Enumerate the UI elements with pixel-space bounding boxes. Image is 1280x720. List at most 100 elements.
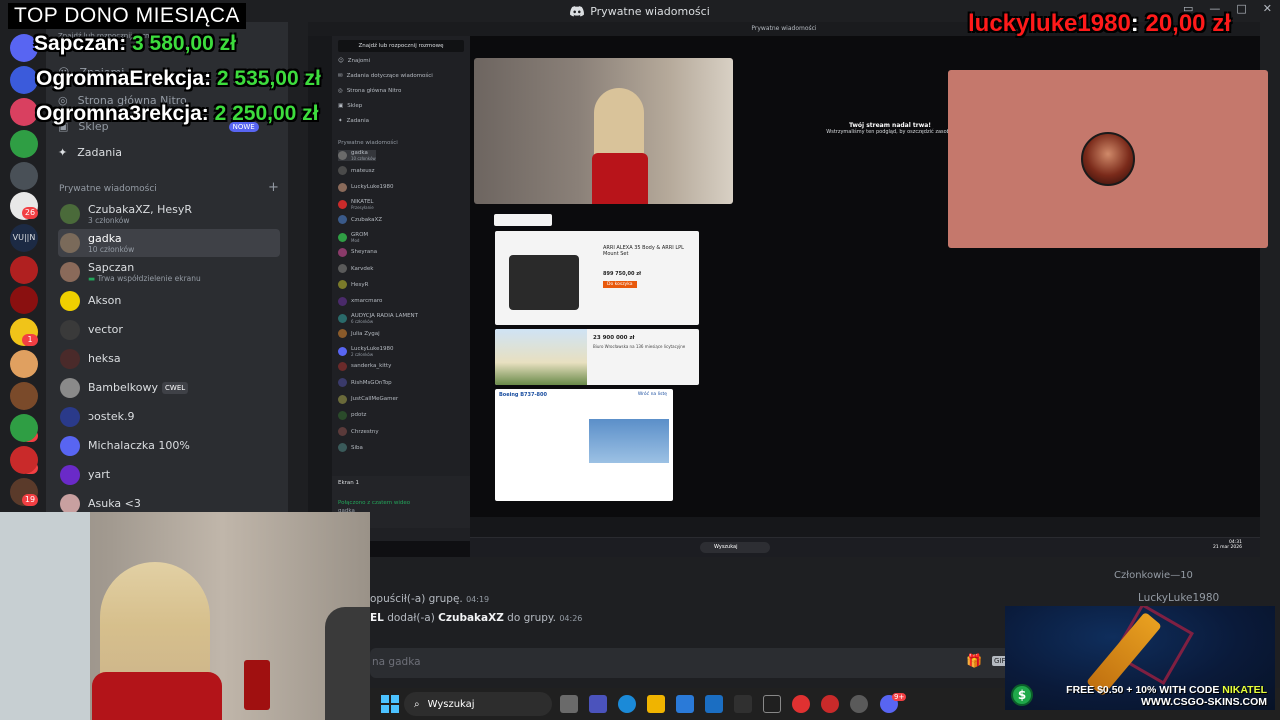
dm-item[interactable]: vector xyxy=(58,316,280,344)
server-icon[interactable] xyxy=(10,286,38,314)
server-icon-vujn[interactable]: VU||N xyxy=(10,224,38,252)
app-icon[interactable] xyxy=(734,695,752,713)
server-icon[interactable] xyxy=(10,256,38,284)
inner-voice-label: Ekran 1 xyxy=(338,480,360,486)
avatar xyxy=(60,494,80,514)
server-icon[interactable] xyxy=(10,98,38,126)
close-button[interactable]: ✕ xyxy=(1263,2,1272,15)
maximize-button[interactable]: □ xyxy=(1236,2,1246,15)
discord-badge: 9+ xyxy=(892,693,907,701)
avatar xyxy=(60,407,80,427)
inner-dm-sub: 10 członków xyxy=(351,156,376,161)
inner-dm-item: NIKATEL Przesyłanie xyxy=(338,199,374,210)
server-icon[interactable] xyxy=(10,162,38,190)
nav-nitro[interactable]: ◎ Strona główna Nitro xyxy=(58,94,187,107)
inner-dm-name: HesyR xyxy=(351,281,369,288)
inner-dm-header: Prywatne wiadomości xyxy=(338,140,398,146)
windows-start-icon[interactable] xyxy=(381,695,399,713)
opera-icon[interactable] xyxy=(821,695,839,713)
dm-item[interactable]: Bambelkowy CWEL xyxy=(58,374,280,402)
inner-dm-sub: Mod xyxy=(351,237,360,243)
gift-icon[interactable]: 🎁 xyxy=(966,654,982,669)
inner-dm-item: HesyR xyxy=(338,280,369,290)
edge-icon[interactable] xyxy=(618,695,636,713)
inner-dm-item: RishMsGOnTop xyxy=(338,378,392,388)
nav-quests[interactable]: ✦ Zadania xyxy=(58,146,122,159)
message-input[interactable]: na gadka 🎁 GIF xyxy=(370,648,1010,678)
inner-dm-sidebar: Znajdź lub rozpocznij rozmowę ☺ Znajomi ✉… xyxy=(332,36,470,541)
avatar xyxy=(60,262,80,282)
chair xyxy=(325,607,370,720)
app-icon[interactable] xyxy=(850,695,868,713)
inner-dm-item: Chrzestny xyxy=(338,427,379,437)
avatar xyxy=(60,349,80,369)
nav-shop[interactable]: ▣ Sklep NOWE xyxy=(58,120,259,133)
server-icon[interactable] xyxy=(10,446,38,474)
inner-dm-name: NIKATEL xyxy=(351,198,374,205)
server-icon[interactable] xyxy=(10,130,38,158)
server-icon[interactable] xyxy=(10,66,38,94)
members-header: Członkowie—10 xyxy=(1114,570,1193,581)
airplane-image xyxy=(589,419,669,463)
dm-item[interactable]: heksa xyxy=(58,345,280,373)
inner-dm-sub: 2 członków xyxy=(351,351,374,357)
search-icon: ⌕ xyxy=(414,698,420,710)
avatar xyxy=(338,215,347,225)
red-top xyxy=(92,672,222,720)
dm-item-selected[interactable]: gadka 10 członków xyxy=(58,229,280,257)
participant-tile[interactable] xyxy=(948,70,1268,248)
inner-dm-sub: Przesyłanie xyxy=(351,204,374,210)
teams-icon[interactable] xyxy=(589,695,607,713)
home-dm-icon[interactable] xyxy=(10,34,38,62)
dm-item[interactable]: ↄostek.9 xyxy=(58,403,280,431)
inner-dm-item: LuckyLuke1980 2 członków xyxy=(338,346,394,357)
create-dm-button[interactable]: + xyxy=(268,180,279,195)
window-title: Prywatne wiadomości xyxy=(590,4,710,18)
inner-nav: ✉ Zadania dotyczące wiadomości xyxy=(338,73,433,79)
dm-item[interactable]: Michalaczka 100% xyxy=(58,432,280,460)
server-icon[interactable] xyxy=(10,350,38,378)
taskbar-search[interactable]: ⌕ Wyszukaj xyxy=(404,692,552,716)
avatar xyxy=(338,166,347,176)
task-view-icon[interactable] xyxy=(560,695,578,713)
inner-dm-name: LuckyLuke1980 xyxy=(351,345,394,352)
nav-friends[interactable]: ☺ Znajomi xyxy=(58,66,124,79)
last-donation-overlay: luckyluke1980: 20,00 zł xyxy=(968,10,1231,37)
avatar xyxy=(60,465,80,485)
inner-dm-name: Julia Zygaj xyxy=(351,330,380,337)
aircraft-listing: Boeing B737-800 Wróć na listę xyxy=(495,389,673,501)
mail-icon[interactable] xyxy=(705,695,723,713)
system-message: EL dodał(-a) CzubakaXZ do grupy. 04:26 xyxy=(370,612,583,624)
avatar xyxy=(338,247,347,257)
inner-server-rail xyxy=(308,36,332,541)
server-icon[interactable] xyxy=(10,382,38,410)
avatar xyxy=(60,320,80,340)
avatar xyxy=(338,410,347,420)
avatar xyxy=(338,182,347,192)
dm-item[interactable]: Sapczan ▬ Trwa współdzielenie ekranu xyxy=(58,258,280,286)
dm-item[interactable]: Akson xyxy=(58,287,280,315)
inner-webcam-feed xyxy=(474,58,733,204)
unread-badge: 1 xyxy=(22,334,38,346)
browser-tab xyxy=(494,214,552,226)
streamer-webcam xyxy=(0,512,370,720)
dm-item[interactable]: yart xyxy=(58,461,280,489)
avatar xyxy=(60,233,80,253)
app-icon[interactable] xyxy=(763,695,781,713)
avatar xyxy=(60,291,80,311)
avatar xyxy=(338,443,347,453)
inner-dm-name: RishMsGOnTop xyxy=(351,379,392,386)
inner-dm-name: sanderka_kitty xyxy=(351,363,392,370)
opera-gx-icon[interactable] xyxy=(792,695,810,713)
screen: Prywatne wiadomości ▭ — □ ✕ 26 VU||N 1 2… xyxy=(0,0,1280,720)
inner-dm-item: gadka 10 członków xyxy=(338,150,376,161)
server-icon[interactable] xyxy=(10,414,38,442)
dm-item[interactable]: CzubakaXZ, HesyR 3 członków xyxy=(58,200,280,228)
file-explorer-icon[interactable] xyxy=(647,695,665,713)
member-item[interactable]: LuckyLuke1980 xyxy=(1138,592,1219,604)
new-badge: NOWE xyxy=(228,121,259,132)
dm-search-input[interactable]: Znajdź lub rozpocznij rozmowę xyxy=(58,32,166,40)
inner-dm-item: Sheyrana xyxy=(338,247,377,257)
property-listing: 23 900 000 zł Biuro Wrocławska na 136 mi… xyxy=(495,329,699,385)
store-icon[interactable] xyxy=(676,695,694,713)
